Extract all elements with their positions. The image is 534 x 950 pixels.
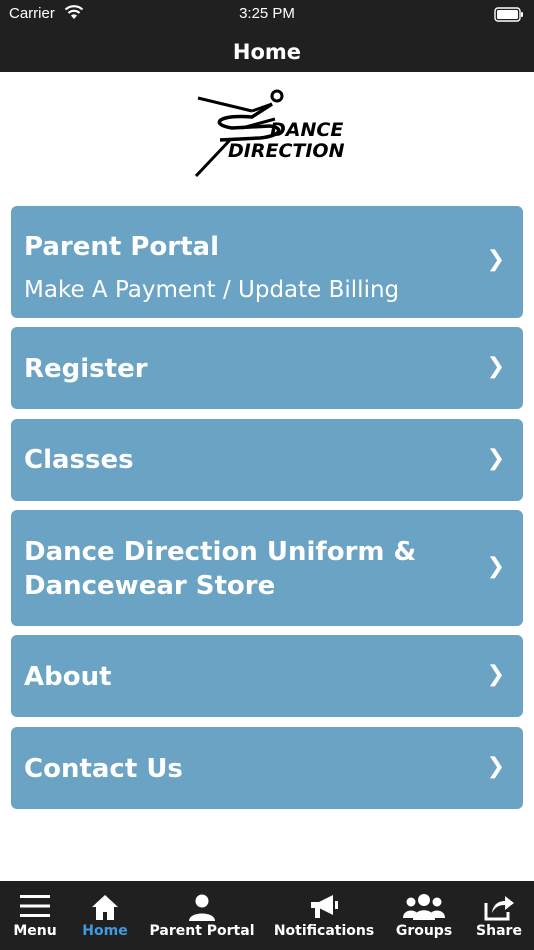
share-icon — [484, 896, 514, 921]
tab-menu[interactable]: Menu — [0, 881, 70, 950]
tab-menu-label: Menu — [13, 923, 57, 939]
tab-home-label: Home — [82, 923, 128, 939]
chevron-right-icon: ❯ — [486, 354, 505, 379]
tab-notifications-label: Notifications — [273, 923, 375, 939]
parent-portal-sublabel: Make A Payment / Update Billing — [24, 277, 400, 303]
uniform-store-card[interactable]: Dance Direction Uniform & Dancewear Stor… — [11, 510, 523, 626]
chevron-right-icon: ❯ — [486, 446, 505, 471]
svg-text:DANCE: DANCE — [270, 119, 343, 141]
tab-share-label: Share — [476, 923, 522, 939]
register-card[interactable]: Register ❯ — [11, 327, 523, 409]
tab-parent-portal[interactable]: Parent Portal — [140, 881, 264, 950]
classes-card[interactable]: Classes ❯ — [11, 419, 523, 501]
uniform-store-label-line1: Dance Direction Uniform & — [24, 537, 417, 567]
dance-direction-logo: DANCE DIRECTION — [190, 84, 345, 180]
chevron-right-icon: ❯ — [486, 247, 505, 272]
svg-text:DIRECTION: DIRECTION — [228, 140, 345, 162]
megaphone-icon — [311, 895, 338, 918]
tab-home[interactable]: Home — [70, 881, 140, 950]
clock: 3:25 PM — [239, 5, 295, 22]
register-label: Register — [24, 354, 148, 384]
parent-portal-card[interactable]: Parent Portal Make A Payment / Update Bi… — [11, 206, 523, 318]
battery-icon — [494, 7, 524, 26]
groups-icon — [403, 894, 445, 920]
chevron-right-icon: ❯ — [486, 754, 505, 779]
tab-groups[interactable]: Groups — [384, 881, 464, 950]
page-title: Home — [232, 40, 302, 64]
nav-bar: Home — [0, 30, 534, 72]
contact-us-label: Contact Us — [24, 754, 183, 784]
tab-notifications[interactable]: Notifications — [264, 881, 384, 950]
chevron-right-icon: ❯ — [486, 662, 505, 687]
home-icon — [92, 895, 118, 920]
uniform-store-label-line2: Dancewear Store — [24, 571, 276, 601]
menu-icon — [20, 895, 50, 917]
tab-bar: Menu Home Parent Portal Notifications Gr… — [0, 881, 534, 950]
person-icon — [189, 894, 215, 921]
status-bar: Carrier 3:25 PM — [0, 0, 534, 30]
about-label: About — [24, 662, 112, 692]
parent-portal-label: Parent Portal — [24, 232, 219, 262]
tab-share[interactable]: Share — [464, 881, 534, 950]
tab-groups-label: Groups — [395, 923, 453, 939]
contact-us-card[interactable]: Contact Us ❯ — [11, 727, 523, 809]
about-card[interactable]: About ❯ — [11, 635, 523, 717]
classes-label: Classes — [24, 445, 134, 475]
tab-parent-portal-label: Parent Portal — [149, 923, 255, 939]
chevron-right-icon: ❯ — [486, 554, 505, 579]
